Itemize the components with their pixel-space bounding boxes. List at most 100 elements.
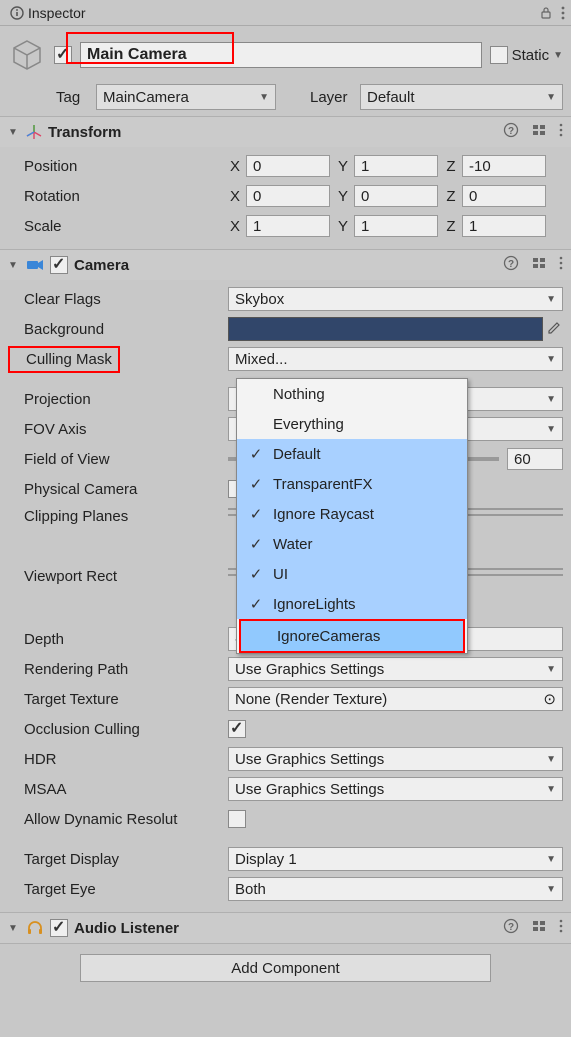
menu-icon[interactable]: [559, 256, 563, 274]
culling-mask-label: Culling Mask: [8, 346, 120, 373]
pos-x[interactable]: 0: [246, 155, 330, 177]
msaa-dropdown[interactable]: Use Graphics Settings▼: [228, 777, 563, 801]
clear-flags-dropdown[interactable]: Skybox▼: [228, 287, 563, 311]
allow-dynamic-res-label: Allow Dynamic Resolut: [8, 811, 228, 828]
culling-option-ignorecameras[interactable]: IgnoreCameras: [241, 621, 463, 651]
camera-title: Camera: [74, 257, 129, 274]
background-color-field[interactable]: [228, 317, 543, 341]
culling-mask-dropdown[interactable]: Mixed...▼: [228, 347, 563, 371]
tag-dropdown[interactable]: MainCamera▼: [96, 84, 276, 110]
help-icon[interactable]: ?: [503, 918, 519, 938]
option-label: IgnoreCameras: [277, 628, 380, 645]
check-icon: ✓: [243, 475, 269, 493]
eyedropper-icon[interactable]: [543, 322, 563, 336]
add-component-button[interactable]: Add Component: [80, 954, 491, 982]
audio-listener-checkbox[interactable]: [50, 919, 68, 937]
chevron-down-icon[interactable]: ▼: [553, 50, 563, 61]
background-label: Background: [8, 321, 228, 338]
gameobject-active-checkbox[interactable]: [54, 46, 72, 64]
camera-section: ▼ Camera ? Clear Flags Skybox▼ Backgroun…: [0, 249, 571, 912]
pos-y[interactable]: 1: [354, 155, 438, 177]
camera-icon: [26, 258, 44, 272]
layer-dropdown[interactable]: Default▼: [360, 84, 563, 110]
fov-value[interactable]: 60: [507, 448, 563, 470]
hdr-dropdown[interactable]: Use Graphics Settings▼: [228, 747, 563, 771]
culling-option-ignore-raycast[interactable]: ✓Ignore Raycast: [237, 499, 467, 529]
gameobject-name-input[interactable]: Main Camera: [80, 42, 482, 68]
option-label: TransparentFX: [273, 476, 373, 493]
clear-flags-label: Clear Flags: [8, 291, 228, 308]
culling-option-nothing[interactable]: Nothing: [237, 379, 467, 409]
culling-option-ui[interactable]: ✓UI: [237, 559, 467, 589]
pos-z[interactable]: -10: [462, 155, 546, 177]
target-eye-label: Target Eye: [8, 881, 228, 898]
lock-icon[interactable]: [539, 6, 553, 20]
depth-label: Depth: [8, 631, 228, 648]
scl-x[interactable]: 1: [246, 215, 330, 237]
menu-icon[interactable]: [559, 123, 563, 141]
preset-icon[interactable]: [531, 918, 547, 938]
svg-text:?: ?: [508, 126, 514, 137]
rot-z[interactable]: 0: [462, 185, 546, 207]
foldout-icon[interactable]: ▼: [8, 923, 20, 934]
info-icon: [10, 6, 24, 20]
viewport-rect-label: Viewport Rect: [8, 568, 228, 585]
culling-option-water[interactable]: ✓Water: [237, 529, 467, 559]
scl-y[interactable]: 1: [354, 215, 438, 237]
check-icon: ✓: [243, 595, 269, 613]
preset-icon[interactable]: [531, 122, 547, 142]
target-display-dropdown[interactable]: Display 1▼: [228, 847, 563, 871]
culling-mask-popup: NothingEverything✓Default✓TransparentFX✓…: [236, 378, 468, 654]
transform-section: ▼ Transform ? Position X0 Y1 Z-10 Rotati…: [0, 116, 571, 249]
highlight-ignore-cameras: IgnoreCameras: [239, 619, 465, 653]
camera-enabled-checkbox[interactable]: [50, 256, 68, 274]
target-eye-dropdown[interactable]: Both▼: [228, 877, 563, 901]
svg-text:?: ?: [508, 922, 514, 933]
menu-icon[interactable]: [559, 919, 563, 937]
check-icon: ✓: [243, 535, 269, 553]
rot-x[interactable]: 0: [246, 185, 330, 207]
option-label: Everything: [273, 416, 344, 433]
static-checkbox[interactable]: [490, 46, 508, 64]
foldout-icon[interactable]: ▼: [8, 260, 20, 271]
culling-option-ignorelights[interactable]: ✓IgnoreLights: [237, 589, 467, 619]
svg-text:?: ?: [508, 259, 514, 270]
target-texture-field[interactable]: None (Render Texture)⊙: [228, 687, 563, 711]
help-icon[interactable]: ?: [503, 122, 519, 142]
camera-header[interactable]: ▼ Camera ?: [0, 250, 571, 280]
scl-z[interactable]: 1: [462, 215, 546, 237]
culling-option-transparentfx[interactable]: ✓TransparentFX: [237, 469, 467, 499]
position-row: Position X0 Y1 Z-10: [8, 151, 563, 181]
foldout-icon[interactable]: ▼: [8, 127, 20, 138]
static-toggle[interactable]: Static ▼: [490, 46, 563, 64]
static-label: Static: [512, 47, 550, 64]
rotation-row: Rotation X0 Y0 Z0: [8, 181, 563, 211]
option-label: Water: [273, 536, 312, 553]
option-label: UI: [273, 566, 288, 583]
check-icon: ✓: [243, 505, 269, 523]
occlusion-culling-label: Occlusion Culling: [8, 721, 228, 738]
option-label: Ignore Raycast: [273, 506, 374, 523]
transform-header[interactable]: ▼ Transform ?: [0, 117, 571, 147]
inspector-header: Inspector: [0, 0, 571, 26]
culling-option-default[interactable]: ✓Default: [237, 439, 467, 469]
culling-option-everything[interactable]: Everything: [237, 409, 467, 439]
rot-y[interactable]: 0: [354, 185, 438, 207]
menu-icon[interactable]: [561, 6, 565, 20]
object-picker-icon[interactable]: ⊙: [543, 690, 556, 708]
projection-label: Projection: [8, 391, 228, 408]
target-display-label: Target Display: [8, 851, 228, 868]
headphones-icon: [26, 920, 44, 936]
allow-dynamic-res-checkbox[interactable]: [228, 810, 246, 828]
option-label: Default: [273, 446, 321, 463]
preset-icon[interactable]: [531, 255, 547, 275]
audio-listener-header[interactable]: ▼ Audio Listener ?: [0, 913, 571, 943]
rendering-path-label: Rendering Path: [8, 661, 228, 678]
tag-label: Tag: [56, 89, 90, 106]
occlusion-culling-checkbox[interactable]: [228, 720, 246, 738]
rendering-path-dropdown[interactable]: Use Graphics Settings▼: [228, 657, 563, 681]
layer-label: Layer: [310, 89, 354, 106]
transform-title: Transform: [48, 124, 121, 141]
audio-listener-title: Audio Listener: [74, 920, 179, 937]
help-icon[interactable]: ?: [503, 255, 519, 275]
